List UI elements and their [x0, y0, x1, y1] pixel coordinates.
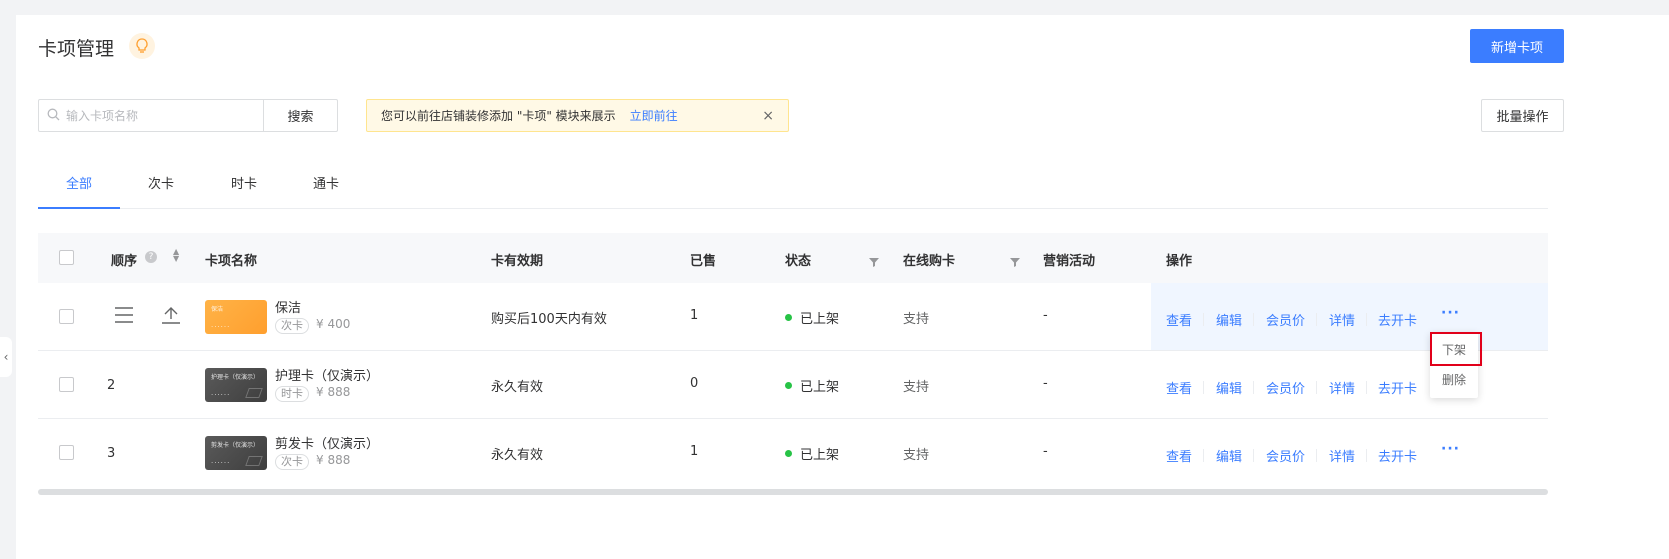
sort-icon[interactable]: ▲ ▼ [173, 248, 179, 263]
tab-active-indicator [38, 207, 120, 209]
card-price: ¥ 400 [316, 317, 351, 331]
horizontal-scrollbar[interactable] [38, 489, 1548, 495]
card-status: 已上架 [800, 448, 840, 463]
filter-icon[interactable] [869, 252, 879, 271]
more-icon[interactable]: ··· [1441, 441, 1460, 457]
detail-link[interactable]: 详情 [1329, 446, 1355, 465]
move-top-icon[interactable] [162, 306, 180, 328]
notice-text: 您可以前往店铺装修添加 "卡项" 模块来展示 [381, 109, 616, 123]
status-dot [785, 382, 792, 389]
member-price-link[interactable]: 会员价 [1266, 310, 1305, 329]
table-row: 保洁 ...... 保洁 次卡 ¥ 400 购买后100天内有效 1 已上架 支… [38, 283, 1548, 351]
member-price-link[interactable]: 会员价 [1266, 378, 1305, 397]
row-order: 2 [107, 378, 116, 393]
table-header: 顺序 ? ▲ ▼ 卡项名称 卡有效期 已售 状态 在线购卡 营销活动 操作 [38, 233, 1548, 283]
card-status: 已上架 [800, 312, 840, 327]
chevron-left-icon[interactable]: ‹ [0, 337, 12, 377]
table-row: 2 护理卡（仅演示） ...... 护理卡（仅演示） 时卡 ¥ 888 永久有效… [38, 351, 1548, 419]
header-validity: 卡有效期 [491, 254, 544, 269]
card-type-tag: 次卡 [275, 318, 309, 334]
page-title: 卡项管理 [38, 38, 115, 60]
view-link[interactable]: 查看 [1166, 446, 1192, 465]
card-marketing: - [1043, 308, 1048, 323]
drag-handle-icon[interactable] [115, 307, 133, 327]
row-order: 3 [107, 446, 116, 461]
card-online: 支持 [903, 380, 930, 395]
card-type-tag: 次卡 [275, 454, 309, 470]
row-checkbox[interactable] [59, 377, 74, 392]
search-box[interactable] [38, 99, 264, 132]
card-online: 支持 [903, 448, 930, 463]
help-icon[interactable]: ? [145, 251, 157, 263]
card-name: 剪发卡（仅演示） [275, 437, 380, 452]
view-link[interactable]: 查看 [1166, 310, 1192, 329]
notice-go-link[interactable]: 立即前往 [630, 107, 678, 124]
row-checkbox[interactable] [59, 445, 74, 460]
header-actions: 操作 [1166, 254, 1193, 269]
new-card-button[interactable]: 新增卡项 [1470, 29, 1564, 63]
edit-link[interactable]: 编辑 [1216, 446, 1242, 465]
edit-link[interactable]: 编辑 [1216, 310, 1242, 329]
detail-link[interactable]: 详情 [1329, 378, 1355, 397]
status-dot [785, 450, 792, 457]
select-all-checkbox[interactable] [59, 250, 74, 265]
tab-time-card[interactable]: 时卡 [231, 173, 257, 192]
card-validity: 永久有效 [491, 380, 544, 395]
card-name: 护理卡（仅演示） [275, 369, 380, 384]
highlight-box [1430, 332, 1482, 366]
filter-icon[interactable] [1010, 252, 1020, 271]
card-price: ¥ 888 [316, 453, 351, 467]
card-name: 保洁 [275, 301, 302, 316]
tab-universal-card[interactable]: 通卡 [313, 173, 339, 192]
card-marketing: - [1043, 376, 1048, 391]
card-marketing: - [1043, 444, 1048, 459]
card-type-tag: 时卡 [275, 386, 309, 402]
lightbulb-icon[interactable] [129, 33, 155, 59]
search-icon [47, 106, 60, 125]
header-status: 状态 [785, 254, 812, 269]
member-price-link[interactable]: 会员价 [1266, 446, 1305, 465]
search-button[interactable]: 搜索 [263, 99, 338, 132]
card-sold: 0 [690, 376, 699, 391]
tab-count-card[interactable]: 次卡 [148, 173, 174, 192]
more-icon[interactable]: ··· [1441, 305, 1460, 321]
search-input[interactable] [66, 108, 246, 123]
table-row: 3 剪发卡（仅演示） ...... 剪发卡（仅演示） 次卡 ¥ 888 永久有效… [38, 419, 1548, 487]
card-price: ¥ 888 [316, 385, 351, 399]
view-link[interactable]: 查看 [1166, 378, 1192, 397]
card-thumbnail: 剪发卡（仅演示） ...... [205, 436, 267, 470]
notice-bar: 您可以前往店铺装修添加 "卡项" 模块来展示 立即前往 × [366, 99, 789, 132]
tab-bar: 全部 次卡 时卡 通卡 [38, 159, 1548, 209]
detail-link[interactable]: 详情 [1329, 310, 1355, 329]
card-status: 已上架 [800, 380, 840, 395]
row-checkbox[interactable] [59, 309, 74, 324]
header-marketing: 营销活动 [1043, 254, 1096, 269]
card-validity: 购买后100天内有效 [491, 312, 607, 327]
main-card: 卡项管理 新增卡项 搜索 您可以前往店铺装修添加 "卡项" 模块来展示 立即前往… [16, 15, 1669, 559]
header-online: 在线购卡 [903, 254, 956, 269]
status-dot [785, 314, 792, 321]
header-sold: 已售 [690, 254, 717, 269]
open-card-link[interactable]: 去开卡 [1378, 446, 1417, 465]
card-sold: 1 [690, 308, 699, 323]
more-dropdown: 下架 删除 [1430, 332, 1482, 398]
tab-all[interactable]: 全部 [66, 173, 92, 192]
edit-link[interactable]: 编辑 [1216, 378, 1242, 397]
header-name: 卡项名称 [205, 254, 258, 269]
open-card-link[interactable]: 去开卡 [1378, 378, 1417, 397]
open-card-link[interactable]: 去开卡 [1378, 310, 1417, 329]
card-thumbnail: 护理卡（仅演示） ...... [205, 368, 267, 402]
card-sold: 1 [690, 444, 699, 459]
card-online: 支持 [903, 312, 930, 327]
card-thumbnail: 保洁 ...... [205, 300, 267, 334]
batch-operation-button[interactable]: 批量操作 [1481, 99, 1564, 132]
close-icon[interactable]: × [762, 108, 774, 124]
card-validity: 永久有效 [491, 448, 544, 463]
header-order: 顺序 [111, 254, 138, 269]
delete-option[interactable]: 删除 [1430, 371, 1478, 388]
